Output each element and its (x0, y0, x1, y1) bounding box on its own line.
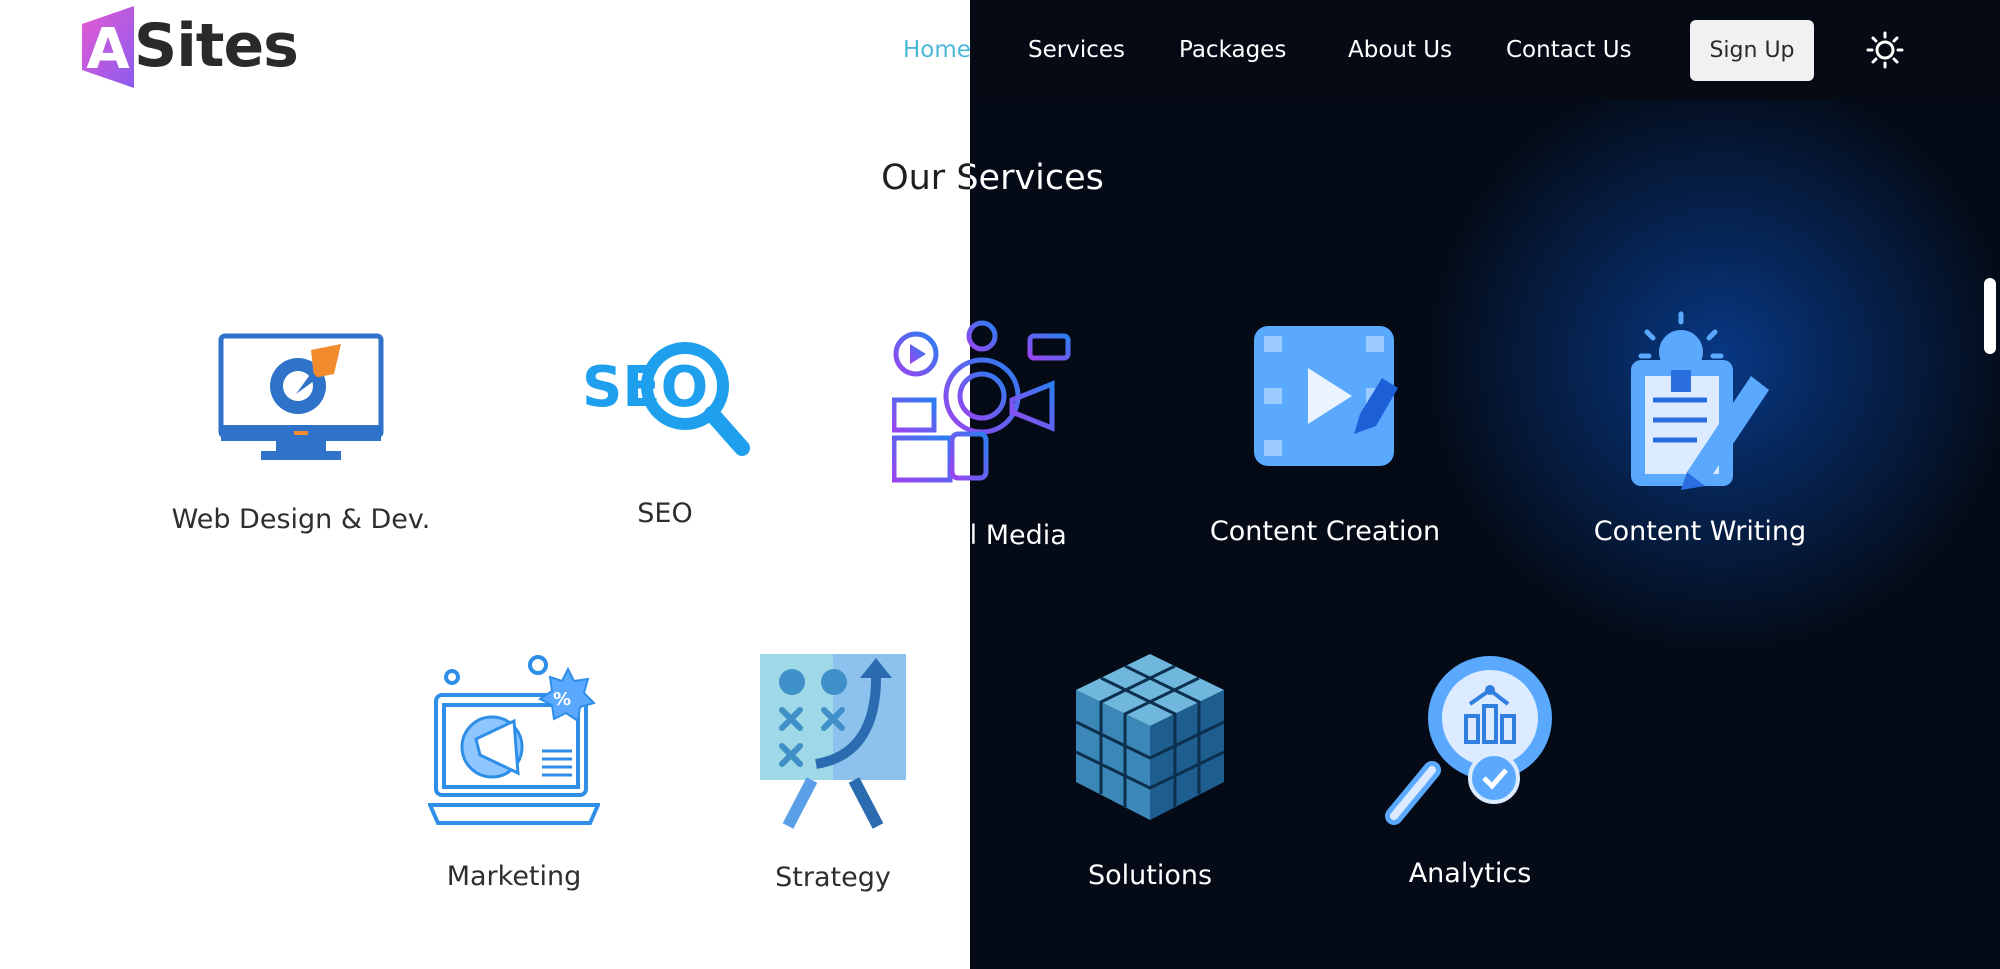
social-media-icon (892, 320, 1071, 483)
service-web-design[interactable]: Web Design & Dev. (172, 330, 430, 535)
sign-up-button[interactable]: Sign Up (1690, 20, 1814, 81)
service-strategy[interactable]: Strategy (760, 654, 906, 894)
services-title: Our Services (0, 158, 1985, 198)
nav-contact-us[interactable]: Contact Us (1506, 37, 1632, 63)
nav-about-us[interactable]: About Us (1348, 37, 1452, 63)
laptop-megaphone-icon: % (428, 655, 600, 825)
svg-text:SEO: SEO (582, 355, 708, 420)
service-content-writing[interactable]: Content Writing (1594, 310, 1806, 550)
nav-services[interactable]: Services (1028, 37, 1125, 63)
service-marketing[interactable]: % Marketing (428, 655, 600, 895)
service-label: Solutions (1087, 860, 1213, 891)
seo-magnifier-icon: SEO (582, 342, 750, 456)
notepad-bulb-icon (1631, 311, 1769, 490)
service-label: Content Creation (1209, 516, 1441, 547)
service-analytics[interactable]: Analytics (1384, 652, 1556, 892)
service-social-media[interactable]: Social Media (892, 310, 1072, 551)
magnifier-chart-icon (1385, 656, 1552, 825)
service-label: Web Design & Dev. (171, 504, 431, 535)
service-label: Strategy (775, 862, 891, 893)
svg-text:%: % (553, 689, 571, 710)
scrollbar-thumb[interactable] (1984, 278, 1996, 354)
service-label: Social Media (792, 520, 1172, 551)
top-navigation: Home Services Packages About Us Contact … (0, 0, 2000, 100)
nav-home[interactable]: Home (903, 37, 971, 63)
video-pencil-icon (1254, 326, 1398, 466)
service-label: Marketing (446, 861, 582, 892)
service-label: Analytics (1408, 858, 1532, 889)
cube-icon (1075, 654, 1225, 820)
service-label: Content Writing (1593, 516, 1807, 547)
nav-packages[interactable]: Packages (1179, 37, 1286, 63)
sun-icon[interactable] (1866, 31, 1904, 69)
service-content-creation[interactable]: Content Creation (1210, 322, 1440, 552)
service-solutions[interactable]: Solutions (1074, 652, 1226, 892)
service-seo[interactable]: SEO SEO (580, 338, 750, 538)
monitor-gear-icon (218, 333, 384, 460)
strategy-board-icon (760, 654, 906, 829)
